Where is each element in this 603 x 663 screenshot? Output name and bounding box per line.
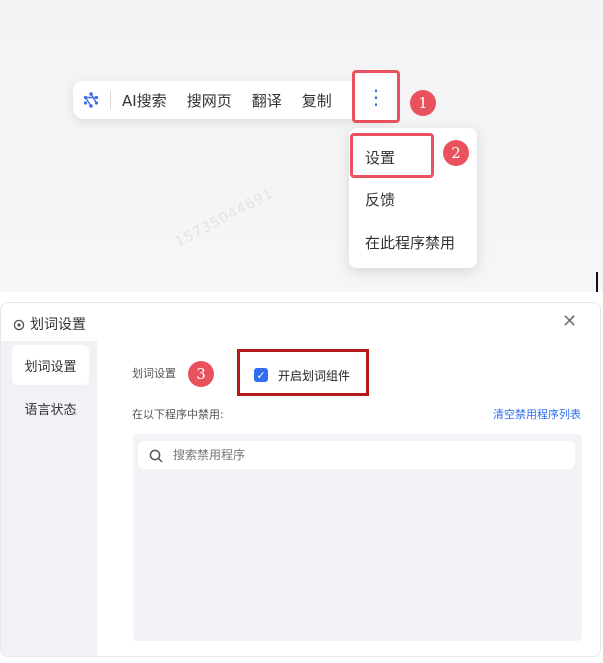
menu-item-feedback[interactable]: 反馈	[365, 189, 395, 210]
selection-toolbar: AI搜索 搜网页 翻译 复制	[73, 81, 393, 119]
sidebar-item-language-status[interactable]: 语言状态	[12, 388, 89, 428]
web-search-button[interactable]: 搜网页	[187, 90, 232, 111]
settings-sidebar: 划词设置 语言状态	[1, 341, 97, 656]
sidebar-item-selection-settings[interactable]: 划词设置	[12, 345, 89, 385]
gear-icon	[13, 316, 25, 331]
close-icon[interactable]: ✕	[562, 311, 577, 332]
copy-button[interactable]: 复制	[302, 90, 332, 111]
settings-highlight	[350, 133, 434, 178]
vertical-ellipsis-icon: ⋮	[366, 84, 386, 109]
dialog-header: 划词设置 ✕	[1, 303, 600, 341]
enable-selection-checkbox[interactable]: ✓	[254, 368, 268, 382]
ai-logo-icon[interactable]	[82, 91, 100, 109]
search-icon	[149, 448, 163, 463]
section-label: 划词设置	[132, 367, 176, 380]
step-badge-1: 1	[410, 90, 436, 116]
clear-disabled-list-link[interactable]: 清空禁用程序列表	[493, 406, 581, 422]
menu-item-disable-here[interactable]: 在此程序禁用	[365, 232, 455, 253]
step-badge-3: 3	[188, 361, 214, 387]
ai-search-button[interactable]: AI搜索	[122, 90, 167, 111]
toolbar-divider	[110, 91, 111, 109]
step-badge-2: 2	[443, 140, 469, 166]
dialog-title: 划词设置	[30, 317, 86, 333]
more-button[interactable]: ⋮	[352, 70, 400, 123]
text-cursor	[596, 272, 598, 292]
disabled-programs-label: 在以下程序中禁用:	[132, 408, 224, 421]
translate-button[interactable]: 翻译	[252, 90, 282, 111]
enable-selection-label[interactable]: 开启划词组件	[278, 367, 350, 384]
selection-toolbar-area: 15735044691	[0, 0, 603, 292]
program-search-input[interactable]	[173, 444, 553, 466]
watermark: 15735044691	[172, 185, 277, 251]
